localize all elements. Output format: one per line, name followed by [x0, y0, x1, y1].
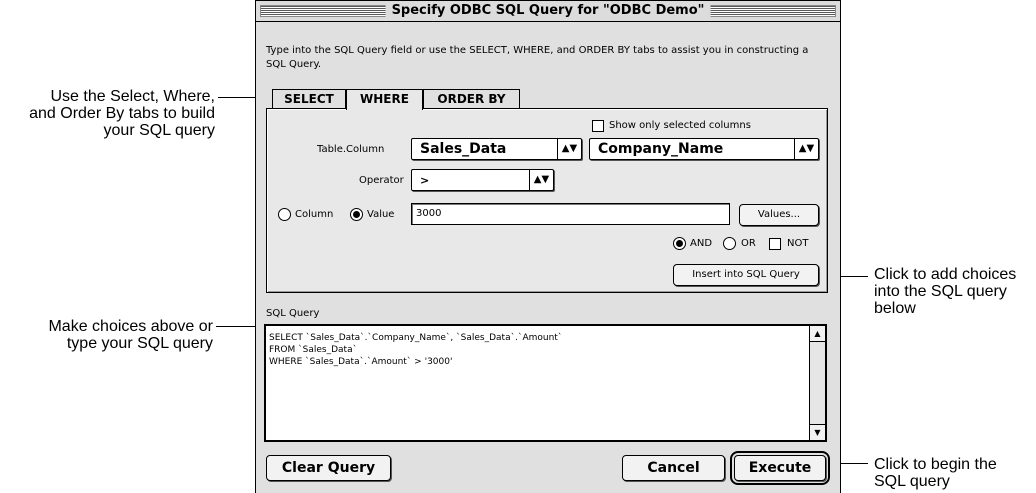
value-radio[interactable] — [350, 208, 363, 221]
clear-query-button[interactable]: Clear Query — [266, 455, 391, 481]
scroll-down-arrow-icon[interactable]: ▼ — [810, 424, 825, 440]
value-radio-label: Value — [367, 209, 395, 220]
column-popup[interactable]: Company_Name ▲▼ — [589, 138, 819, 160]
callout-insert: Click to add choices into the SQL query … — [874, 266, 1017, 317]
up-down-arrows-icon: ▲▼ — [557, 139, 581, 159]
column-popup-value: Company_Name — [598, 141, 724, 157]
execute-button[interactable]: Execute — [730, 451, 830, 485]
not-checkbox-label: NOT — [787, 238, 809, 249]
column-radio[interactable] — [278, 208, 291, 221]
title-bar[interactable]: Specify ODBC SQL Query for "ODBC Demo" — [256, 1, 840, 22]
table-column-label: Table.Column — [317, 144, 385, 155]
value-input[interactable]: 3000 — [411, 203, 730, 225]
scroll-up-arrow-icon[interactable]: ▲ — [810, 326, 825, 342]
callout-execute: Click to begin the SQL query — [874, 456, 997, 490]
sql-query-textarea[interactable]: SELECT `Sales_Data`.`Company_Name`, `Sal… — [264, 324, 827, 442]
intro-text: Type into the SQL Query field or use the… — [266, 45, 809, 70]
operator-popup[interactable]: > ▲▼ — [411, 169, 554, 191]
callout-tabs: Use the Select, Where, and Order By tabs… — [29, 88, 215, 139]
tab-order-by-label: ORDER BY — [437, 92, 506, 106]
where-tab-panel: Show only selected columns Table.Column … — [266, 108, 828, 293]
tab-select-label: SELECT — [284, 92, 334, 106]
up-down-arrows-icon: ▲▼ — [794, 139, 818, 159]
or-radio[interactable] — [723, 237, 736, 250]
sql-scrollbar[interactable]: ▲ ▼ — [809, 326, 825, 440]
tab-where-label: WHERE — [360, 92, 409, 106]
and-radio-label: AND — [690, 238, 713, 249]
tab-where[interactable]: WHERE — [346, 89, 423, 110]
dialog-title: Specify ODBC SQL Query for "ODBC Demo" — [385, 2, 711, 20]
up-down-arrows-icon: ▲▼ — [529, 170, 553, 190]
sql-query-text[interactable]: SELECT `Sales_Data`.`Company_Name`, `Sal… — [269, 332, 562, 368]
cancel-button[interactable]: Cancel — [622, 455, 725, 481]
odbc-query-dialog: Specify ODBC SQL Query for "ODBC Demo" T… — [255, 0, 841, 493]
table-popup[interactable]: Sales_Data ▲▼ — [411, 138, 582, 160]
operator-popup-value: > — [420, 174, 430, 187]
or-radio-label: OR — [741, 238, 756, 249]
tab-select[interactable]: SELECT — [272, 89, 346, 109]
show-selected-checkbox[interactable] — [592, 120, 604, 132]
table-popup-value: Sales_Data — [420, 141, 507, 157]
sql-query-label: SQL Query — [266, 308, 320, 319]
insert-into-sql-button[interactable]: Insert into SQL Query — [673, 264, 819, 286]
callout-sql: Make choices above or type your SQL quer… — [48, 318, 213, 352]
values-button[interactable]: Values... — [739, 204, 819, 226]
column-radio-label: Column — [295, 209, 334, 220]
not-checkbox[interactable] — [769, 238, 781, 250]
tab-order-by[interactable]: ORDER BY — [423, 89, 520, 109]
show-selected-label: Show only selected columns — [609, 120, 751, 131]
operator-label: Operator — [359, 175, 404, 186]
and-radio[interactable] — [673, 237, 686, 250]
